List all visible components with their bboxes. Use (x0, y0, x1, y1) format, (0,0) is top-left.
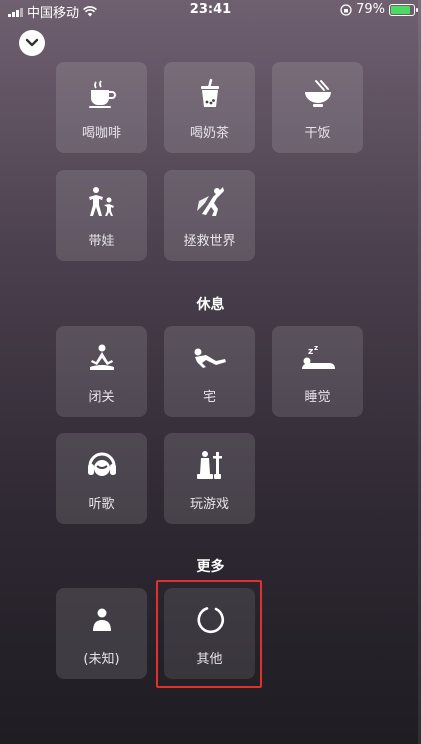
rest-label: 玩游戏 (189, 497, 229, 512)
sleeping-icon: z z (298, 338, 338, 378)
status-bar: 中国移动 23:41 79% (0, 0, 421, 21)
rest-music[interactable]: 听歌 (56, 433, 147, 524)
svg-text:z: z (308, 347, 313, 357)
bubble-tea-icon (190, 74, 230, 114)
rest-sleep[interactable]: z z 睡觉 (272, 326, 363, 417)
rice-bowl-icon (298, 74, 338, 114)
rest-label: 闭关 (88, 390, 115, 405)
status-right: 79% (340, 2, 418, 17)
activity-milk-tea[interactable]: 喝奶茶 (164, 62, 255, 153)
activity-label: 带娃 (88, 234, 115, 249)
parent-child-icon (82, 182, 122, 222)
activity-save-world[interactable]: 拯救世界 (164, 170, 255, 261)
rest-seclusion[interactable]: 闭关 (56, 326, 147, 417)
section-title-more: 更多 (196, 559, 225, 575)
collapse-button[interactable] (19, 30, 45, 56)
battery-percent: 79% (356, 2, 385, 17)
svg-text:z: z (314, 344, 318, 352)
unknown-person-icon (82, 600, 122, 640)
lying-down-icon (190, 338, 230, 378)
selection-highlight (156, 580, 262, 688)
chevron-down-icon (25, 38, 39, 47)
activity-label: 喝咖啡 (81, 126, 121, 141)
rest-label: 听歌 (88, 497, 115, 512)
headphones-icon (82, 445, 122, 485)
rest-label: 宅 (202, 390, 216, 405)
battery-icon (389, 3, 418, 16)
more-label: (未知) (83, 652, 120, 667)
more-unknown[interactable]: (未知) (56, 588, 147, 679)
rest-games[interactable]: 玩游戏 (164, 433, 255, 524)
rest-label: 睡觉 (304, 390, 331, 405)
coffee-cup-icon (82, 74, 122, 114)
activity-childcare[interactable]: 带娃 (56, 170, 147, 261)
section-title-rest: 休息 (196, 297, 225, 313)
activity-coffee[interactable]: 喝咖啡 (56, 62, 147, 153)
activity-eat[interactable]: 干饭 (272, 62, 363, 153)
activity-label: 喝奶茶 (189, 126, 229, 141)
meditation-icon (82, 338, 122, 378)
rest-stay-home[interactable]: 宅 (164, 326, 255, 417)
activity-label: 干饭 (304, 126, 331, 141)
superhero-icon (190, 182, 230, 222)
chess-icon (190, 445, 230, 485)
activity-label: 拯救世界 (183, 234, 236, 249)
rotation-lock-icon (340, 3, 352, 16)
